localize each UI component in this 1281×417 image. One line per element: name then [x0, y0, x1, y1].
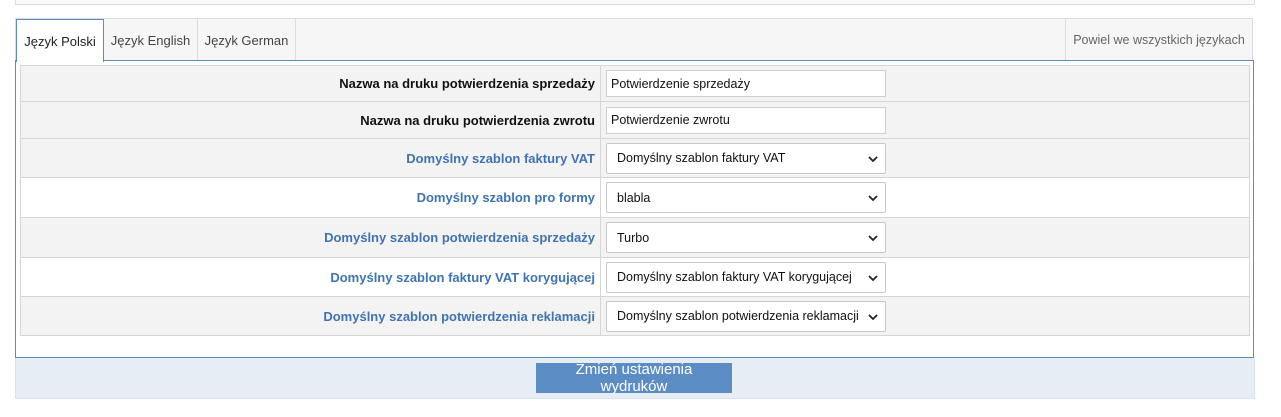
- chevron-down-icon: [868, 195, 878, 202]
- form-row: Domyślny szablon faktury VAT Domyślny sz…: [21, 139, 1249, 178]
- copy-all-label: Powiel we wszystkich językach: [1073, 33, 1245, 47]
- language-tabs: Język Polski Język English Język German …: [15, 18, 1253, 62]
- select-value: Domyślny szablon faktury VAT: [617, 151, 786, 165]
- field-cell: [601, 66, 1249, 101]
- tab-label: Język Polski: [24, 33, 96, 49]
- form-row: Domyślny szablon potwierdzenia sprzedaży…: [21, 218, 1249, 258]
- corrective-vat-invoice-template-select[interactable]: Domyślny szablon faktury VAT korygującej: [606, 261, 886, 293]
- top-strip: [15, 0, 1255, 5]
- settings-form: Nazwa na druku potwierdzenia sprzedaży N…: [20, 65, 1250, 336]
- form-row: Domyślny szablon potwierdzenia reklamacj…: [21, 297, 1249, 335]
- field-cell: Domyślny szablon faktury VAT korygującej: [601, 258, 1249, 296]
- chevron-down-icon: [868, 274, 878, 281]
- field-label: Nazwa na druku potwierdzenia zwrotu: [21, 102, 601, 138]
- select-value: Turbo: [617, 230, 650, 245]
- vat-invoice-template-select[interactable]: Domyślny szablon faktury VAT: [606, 142, 886, 174]
- tab-polski[interactable]: Język Polski: [16, 19, 104, 62]
- form-row: Nazwa na druku potwierdzenia sprzedaży: [21, 66, 1249, 102]
- field-label: Domyślny szablon potwierdzenia reklamacj…: [21, 297, 601, 335]
- tab-label: Język German: [204, 32, 289, 48]
- tab-label: Język English: [110, 32, 191, 48]
- field-cell: Domyślny szablon potwierdzenia reklamacj…: [601, 297, 1249, 335]
- field-label: Domyślny szablon pro formy: [21, 178, 601, 217]
- select-value: Domyślny szablon potwierdzenia reklamacj…: [617, 309, 859, 323]
- select-value: Domyślny szablon faktury VAT korygującej: [617, 270, 852, 284]
- chevron-down-icon: [868, 313, 878, 320]
- chevron-down-icon: [868, 155, 878, 162]
- field-cell: Turbo: [601, 218, 1249, 257]
- field-cell: blabla: [601, 178, 1249, 217]
- field-label: Domyślny szablon faktury VAT korygującej: [21, 258, 601, 296]
- tab-german[interactable]: Język German: [198, 19, 296, 61]
- field-label: Domyślny szablon potwierdzenia sprzedaży: [21, 218, 601, 257]
- field-label: Nazwa na druku potwierdzenia sprzedaży: [21, 66, 601, 101]
- field-label: Domyślny szablon faktury VAT: [21, 139, 601, 177]
- return-confirmation-name-input[interactable]: [606, 106, 886, 134]
- field-cell: [601, 102, 1249, 138]
- tab-english[interactable]: Język English: [104, 19, 198, 61]
- sales-confirmation-template-select[interactable]: Turbo: [606, 222, 886, 253]
- complaint-confirmation-template-select[interactable]: Domyślny szablon potwierdzenia reklamacj…: [606, 300, 886, 332]
- sales-confirmation-name-input[interactable]: [606, 70, 886, 97]
- form-row: Domyślny szablon faktury VAT korygującej…: [21, 258, 1249, 297]
- form-row: Nazwa na druku potwierdzenia zwrotu: [21, 102, 1249, 139]
- proforma-template-select[interactable]: blabla: [606, 182, 886, 213]
- save-print-settings-button[interactable]: Zmień ustawienia wydruków: [536, 361, 732, 395]
- settings-panel: Nazwa na druku potwierdzenia sprzedaży N…: [15, 60, 1254, 359]
- form-row: Domyślny szablon pro formy blabla: [21, 178, 1249, 218]
- field-cell: Domyślny szablon faktury VAT: [601, 139, 1249, 177]
- chevron-down-icon: [868, 235, 878, 242]
- copy-all-languages-button[interactable]: Powiel we wszystkich językach: [1065, 19, 1252, 61]
- form-footer: Zmień ustawienia wydruków: [15, 358, 1255, 399]
- select-value: blabla: [617, 190, 651, 205]
